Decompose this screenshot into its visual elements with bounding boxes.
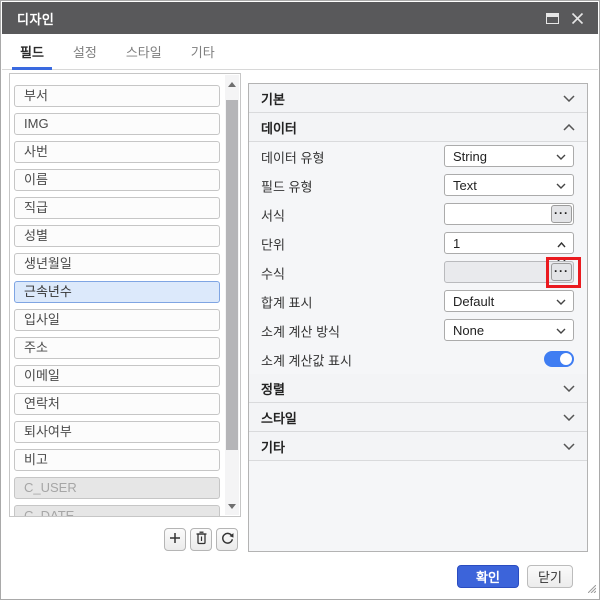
section-etc[interactable]: 기타 [249, 432, 587, 461]
close-icon[interactable] [571, 12, 584, 25]
tab-style[interactable]: 스타일 [118, 34, 170, 69]
row-formula: 수식 [249, 258, 587, 287]
row-subtotal-value-display: 소계 계산값 표시 [249, 345, 587, 374]
add-field-button[interactable] [164, 528, 186, 551]
subtotal-method-select[interactable]: None [444, 319, 574, 341]
list-scrollbar[interactable] [225, 75, 239, 515]
field-type-select[interactable]: Text [444, 174, 574, 196]
title-bar: 디자인 [2, 2, 598, 34]
chevron-down-icon [563, 442, 575, 450]
section-data[interactable]: 데이터 [249, 113, 587, 142]
trash-icon [195, 531, 208, 548]
list-item[interactable]: 부서 [14, 85, 220, 107]
row-format: 서식 [249, 200, 587, 229]
field-list: 부서 IMG 사번 이름 직급 성별 생년월일 근속년수 입사일 주소 이메일 … [9, 73, 241, 517]
list-item[interactable]: IMG [14, 113, 220, 135]
list-item[interactable]: 생년월일 [14, 253, 220, 275]
tab-etc[interactable]: 기타 [183, 34, 223, 69]
chevron-down-icon [563, 384, 575, 392]
format-input[interactable] [444, 203, 574, 225]
scroll-up-icon[interactable] [225, 77, 239, 91]
data-section-rows: 데이터 유형 String 필드 유형 Text 서식 ··· 단위 1 수식 … [249, 142, 587, 374]
row-unit: 단위 1 [249, 229, 587, 266]
properties-panel: 기본 데이터 데이터 유형 String 필드 유형 Text 서식 ··· 단… [248, 83, 588, 552]
list-item[interactable]: 입사일 [14, 309, 220, 331]
chevron-down-icon [556, 183, 566, 189]
list-item[interactable]: 이름 [14, 169, 220, 191]
format-ellipsis-button[interactable] [551, 205, 572, 223]
list-item[interactable]: 퇴사여부 [14, 421, 220, 443]
chevron-down-icon [556, 154, 566, 160]
subtotal-value-toggle[interactable] [544, 351, 574, 367]
highlight-annotation [546, 257, 581, 288]
field-list-actions [164, 528, 238, 551]
section-basic[interactable]: 기본 [249, 84, 587, 113]
close-button[interactable]: 닫기 [527, 565, 573, 588]
section-style[interactable]: 스타일 [249, 403, 587, 432]
tab-bar: 필드 설정 스타일 기타 [2, 34, 598, 70]
scroll-down-icon[interactable] [225, 499, 239, 513]
delete-field-button[interactable] [190, 528, 212, 551]
resize-grip-icon[interactable] [587, 581, 597, 596]
confirm-button[interactable]: 확인 [457, 565, 519, 588]
scrollbar-thumb[interactable] [226, 100, 238, 450]
footer: 확인 닫기 [457, 565, 573, 588]
list-item[interactable]: 성별 [14, 225, 220, 247]
row-data-type: 데이터 유형 String [249, 142, 587, 171]
maximize-icon[interactable] [546, 12, 559, 24]
list-item[interactable]: 주소 [14, 337, 220, 359]
field-list-items: 부서 IMG 사번 이름 직급 성별 생년월일 근속년수 입사일 주소 이메일 … [14, 85, 220, 516]
unit-spinner[interactable]: 1 [444, 232, 574, 266]
list-item-disabled: C_DATE [14, 505, 220, 516]
refresh-field-button[interactable] [216, 528, 238, 551]
refresh-icon [221, 532, 234, 548]
tab-settings[interactable]: 설정 [65, 34, 105, 69]
tab-fields[interactable]: 필드 [12, 34, 52, 70]
row-total-display: 합계 표시 Default [249, 287, 587, 316]
list-item[interactable]: 사번 [14, 141, 220, 163]
chevron-down-icon [556, 328, 566, 334]
list-item-selected[interactable]: 근속년수 [14, 281, 220, 303]
design-dialog: 디자인 필드 설정 스타일 기타 부서 IMG 사번 이름 직급 성별 생년월일… [0, 0, 600, 600]
list-item-disabled: C_USER [14, 477, 220, 499]
data-type-select[interactable]: String [444, 145, 574, 167]
chevron-down-icon [563, 413, 575, 421]
list-item[interactable]: 이메일 [14, 365, 220, 387]
row-subtotal-method: 소계 계산 방식 None [249, 316, 587, 345]
plus-icon [169, 532, 181, 547]
dialog-title: 디자인 [17, 11, 55, 27]
list-item[interactable]: 직급 [14, 197, 220, 219]
list-item[interactable]: 비고 [14, 449, 220, 471]
chevron-down-icon [563, 94, 575, 102]
chevron-up-icon [563, 123, 575, 131]
total-display-select[interactable]: Default [444, 290, 574, 312]
spinner-up-icon[interactable] [557, 236, 566, 251]
row-field-type: 필드 유형 Text [249, 171, 587, 200]
window-controls [546, 12, 598, 25]
list-item[interactable]: 연락처 [14, 393, 220, 415]
section-sort[interactable]: 정렬 [249, 374, 587, 403]
chevron-down-icon [556, 299, 566, 305]
